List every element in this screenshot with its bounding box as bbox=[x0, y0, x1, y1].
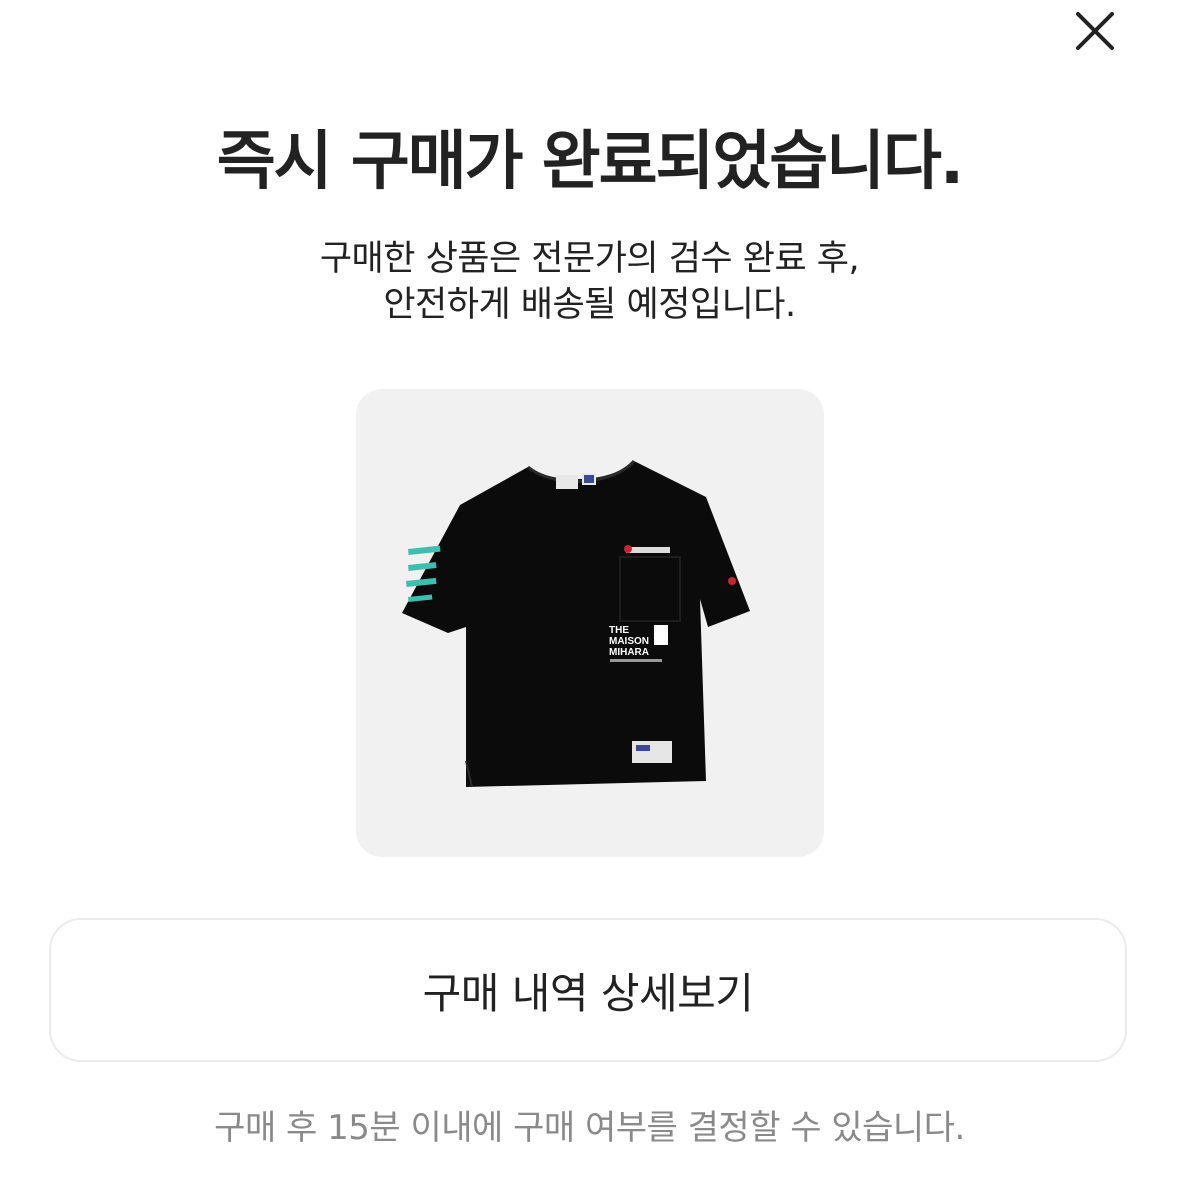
purchase-decision-notice: 구매 후 15분 이내에 구매 여부를 결정할 수 있습니다. bbox=[214, 1108, 965, 1148]
product-image-card: THE MAISON MIHARA bbox=[356, 389, 824, 857]
print-line-2: MAISON bbox=[609, 636, 649, 647]
subtitle: 구매한 상품은 전문가의 검수 완료 후, 안전하게 배송될 예정입니다. bbox=[0, 236, 1179, 328]
close-button[interactable] bbox=[1070, 6, 1120, 56]
subtitle-line-2: 안전하게 배송될 예정입니다. bbox=[383, 285, 796, 325]
subtitle-line-1: 구매한 상품은 전문가의 검수 완료 후, bbox=[319, 239, 860, 279]
print-line-3: MIHARA bbox=[609, 647, 649, 658]
print-line-1: THE bbox=[609, 625, 629, 636]
tshirt-image: THE MAISON MIHARA bbox=[402, 459, 750, 788]
page-title: 즉시 구매가 완료되었습니다. bbox=[216, 125, 964, 199]
view-purchase-details-button[interactable]: 구매 내역 상세보기 bbox=[49, 918, 1127, 1062]
close-icon bbox=[1076, 12, 1114, 50]
